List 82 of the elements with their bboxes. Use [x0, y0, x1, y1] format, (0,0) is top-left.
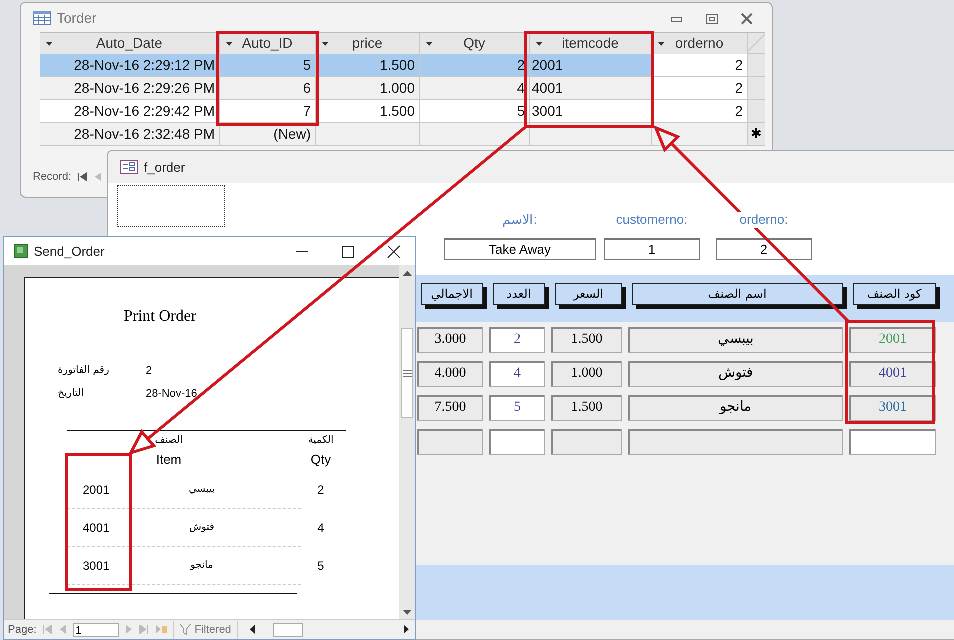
column-header: الصنف: [155, 434, 183, 448]
dropdown-arrow-icon[interactable]: [226, 42, 233, 46]
input-field[interactable]: [551, 429, 622, 455]
item-quantity: 5: [316, 558, 326, 573]
new-record-marker: ✱: [748, 123, 765, 146]
report-title: Print Order: [123, 307, 198, 328]
filter-icon: [180, 624, 191, 636]
window-title: Send_Order: [34, 244, 105, 259]
item-code: 2001: [82, 482, 111, 497]
scroll-down-icon[interactable]: [402, 610, 412, 616]
column-header: Item: [156, 451, 182, 470]
table-cell: 28-Nov-16 2:29:12 PM: [40, 54, 220, 77]
input-field[interactable]: [628, 429, 843, 455]
page-number-field[interactable]: 1: [72, 622, 119, 637]
dropdown-arrow-icon[interactable]: [426, 42, 433, 46]
input-field[interactable]: 1: [604, 238, 700, 260]
table-cell: (New): [220, 123, 316, 146]
empty-control[interactable]: [117, 185, 225, 227]
maximize-icon[interactable]: [341, 245, 355, 259]
scroll-right-icon[interactable]: [404, 625, 409, 634]
table-cell: 1.500: [316, 54, 420, 77]
total-field[interactable]: 3.000: [417, 327, 483, 353]
window-title: f_order: [144, 160, 186, 174]
scroll-thumb[interactable]: [273, 622, 304, 637]
field-label: orderno:: [738, 212, 790, 228]
record-label: Record:: [33, 171, 72, 183]
quantity-field[interactable]: 4: [489, 361, 545, 387]
field-value: 28-Nov-16: [146, 388, 198, 400]
field-value: 2: [146, 364, 154, 377]
quantity-field[interactable]: 5: [489, 395, 545, 421]
table-cell: 2: [652, 77, 748, 100]
filter-button[interactable]: Filtered: [172, 620, 238, 639]
close-icon[interactable]: [387, 245, 401, 259]
field-label: رقم الفاتورة: [58, 365, 110, 376]
input-field[interactable]: [417, 429, 483, 455]
page-label: Page:: [8, 624, 37, 636]
name-field[interactable]: مانجو: [628, 395, 843, 421]
field-label: الاسم:: [500, 212, 540, 228]
total-field[interactable]: 7.500: [417, 395, 483, 421]
total-field[interactable]: 4.000: [417, 361, 483, 387]
restore-icon[interactable]: [705, 13, 719, 25]
column-header: Qty: [310, 451, 332, 470]
item-name: فتوش: [188, 522, 216, 534]
table-cell: 2: [652, 100, 748, 123]
scroll-thumb[interactable]: [401, 328, 413, 418]
name-field[interactable]: بيبسي: [628, 327, 843, 353]
table-cell: 5: [220, 54, 316, 77]
item-name: بيبسي: [188, 484, 216, 496]
input-field[interactable]: 2: [716, 238, 812, 260]
item-quantity: 2: [316, 482, 326, 497]
name-field[interactable]: فتوش: [628, 361, 843, 387]
price-field[interactable]: 1.000: [551, 361, 622, 387]
table-cell: 2001: [530, 54, 652, 77]
quantity-field[interactable]: 2: [489, 327, 545, 353]
first-record-icon[interactable]: [78, 172, 88, 182]
column-header: الكمية: [308, 434, 334, 448]
item-quantity: 4: [316, 520, 326, 535]
dropdown-arrow-icon[interactable]: [658, 42, 665, 46]
vertical-scrollbar[interactable]: [399, 265, 415, 620]
dropdown-arrow-icon[interactable]: [536, 42, 543, 46]
price-field[interactable]: 1.500: [551, 327, 622, 353]
window-title: Torder: [57, 10, 97, 26]
dropdown-arrow-icon[interactable]: [322, 42, 329, 46]
price-field[interactable]: 1.500: [551, 395, 622, 421]
input-field[interactable]: [849, 429, 936, 455]
input-field[interactable]: Take Away: [444, 238, 596, 260]
grip-icon: [402, 370, 412, 377]
table-cell: 2: [652, 54, 748, 77]
form-icon: [120, 160, 138, 174]
report-icon: [14, 244, 28, 258]
item-name: مانجو: [189, 560, 214, 572]
scroll-left-icon[interactable]: [250, 625, 256, 634]
code-field[interactable]: 4001: [849, 361, 936, 387]
code-field[interactable]: 3001: [849, 395, 936, 421]
field-label: التاريخ: [58, 388, 84, 400]
table-cell: 2: [420, 54, 530, 77]
item-code: 3001: [82, 558, 111, 573]
input-field[interactable]: [489, 429, 545, 455]
dropdown-arrow-icon[interactable]: [46, 42, 53, 46]
table-cell: 28-Nov-16 2:32:48 PM: [40, 123, 220, 146]
item-code: 4001: [82, 520, 111, 535]
table-icon: [33, 10, 51, 24]
